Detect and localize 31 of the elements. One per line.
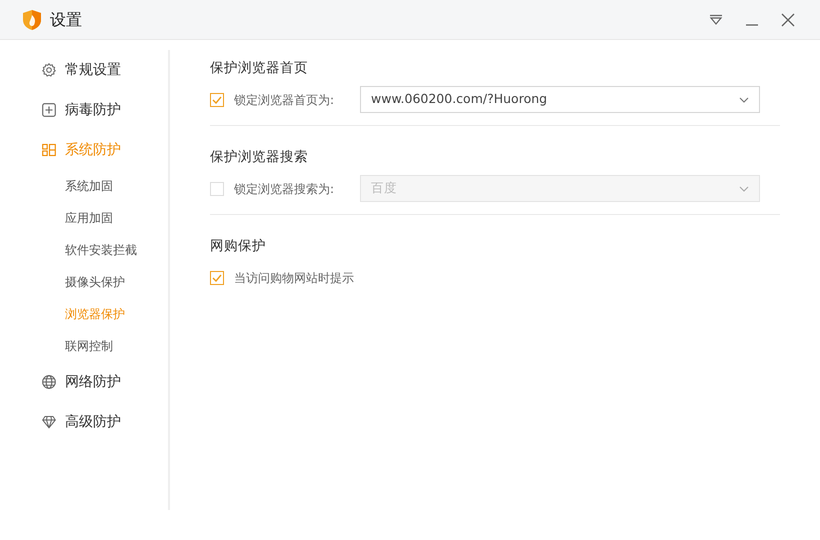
triangle-down-icon [709,14,723,26]
window-title: 设置 [50,8,82,30]
shield-flame-logo [22,8,42,30]
sidebar-subitem[interactable]: 摄像头保护 [42,266,168,298]
sidebar-item[interactable]: 病毒防护 [42,90,168,130]
sidebar-item[interactable]: 常规设置 [42,50,168,90]
sidebar-subitem[interactable]: 系统加固 [42,170,168,202]
close-icon [781,12,795,26]
section-title: 保护浏览器搜索 [210,148,309,167]
chevron-down-icon [739,96,749,102]
dropdown-field[interactable]: www.060200.com/?Huorong [360,86,760,113]
globe-icon [42,375,56,389]
plus-square-icon [42,103,56,117]
checkbox-label: 锁定浏览器搜索为: [234,180,336,198]
gear-icon [42,63,56,77]
sidebar-subitem[interactable]: 应用加固 [42,202,168,234]
checkbox[interactable] [210,92,224,106]
minimize-icon [746,24,758,26]
checkbox-label: 锁定浏览器首页为: [234,92,336,108]
blocks-icon [42,143,56,157]
chevron-down-icon [739,186,749,192]
sidebar-item[interactable]: 高级防护 [42,402,168,442]
sidebar-subitem[interactable]: 软件安装拦截 [42,234,168,266]
checkbox-label: 当访问购物网站时提示 [234,270,354,286]
section-title: 保护浏览器首页 [210,59,309,78]
sidebar-item[interactable]: 网络防护 [42,362,168,402]
sidebar-subitem[interactable]: 联网控制 [42,330,168,362]
diamond-icon [42,415,56,429]
section-title: 网购保护 [210,237,267,256]
checkbox[interactable] [210,270,224,284]
checkbox[interactable] [210,182,224,196]
